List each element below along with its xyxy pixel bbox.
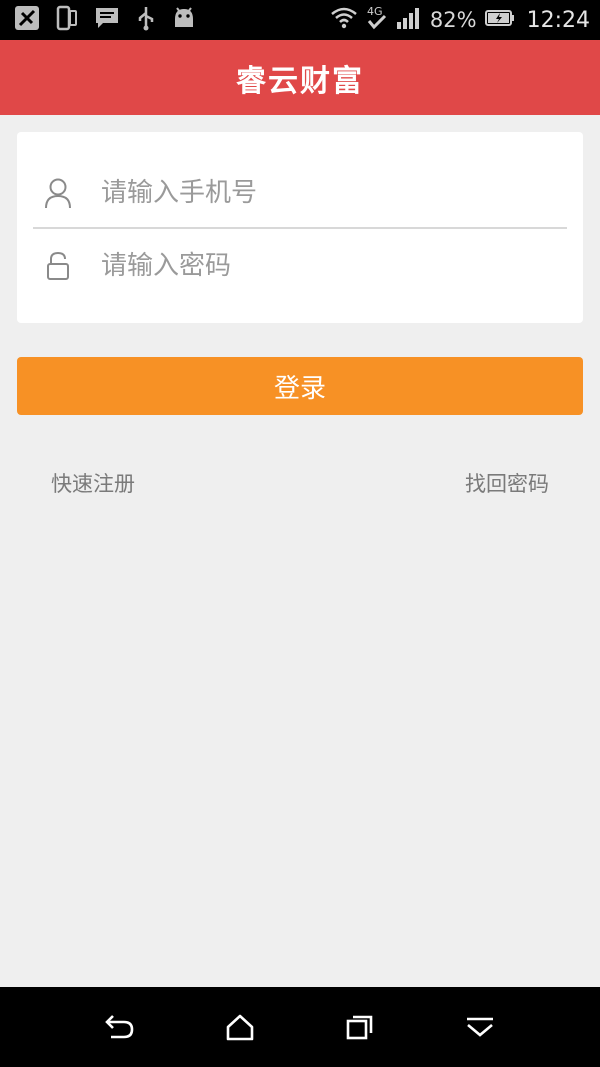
home-icon[interactable]: [220, 1007, 260, 1047]
app-header: 睿云财富: [0, 40, 600, 115]
back-icon[interactable]: [100, 1007, 140, 1047]
android-icon: [172, 5, 196, 35]
register-link[interactable]: 快速注册: [51, 468, 135, 498]
lock-icon: [31, 246, 85, 286]
no-signal-icon: [14, 5, 40, 35]
phone-input[interactable]: [99, 177, 543, 209]
password-field[interactable]: [33, 229, 567, 303]
battery-icon: [484, 8, 515, 32]
password-input[interactable]: [99, 250, 543, 282]
user-icon: [31, 173, 85, 213]
usb-icon: [136, 5, 156, 35]
signal-icon: [396, 6, 422, 34]
collapse-icon[interactable]: [460, 1007, 500, 1047]
recover-password-link[interactable]: 找回密码: [465, 468, 549, 498]
wifi-icon: [330, 6, 358, 34]
message-icon: [94, 5, 120, 35]
status-bar: 4G 82% 12:24: [0, 0, 600, 40]
status-bar-left-icons: [14, 5, 196, 35]
recent-apps-icon[interactable]: [340, 1007, 380, 1047]
svg-text:4G: 4G: [367, 5, 383, 18]
phone-icon: [56, 5, 78, 35]
login-card: [17, 132, 583, 323]
login-button[interactable]: 登录: [17, 357, 583, 415]
network-4g-icon: 4G: [366, 4, 388, 36]
phone-field[interactable]: [33, 156, 567, 230]
battery-percent: 82%: [429, 8, 477, 32]
navigation-bar: [0, 987, 600, 1067]
app-title: 睿云财富: [236, 63, 364, 99]
status-bar-right-icons: 4G 82% 12:24: [330, 4, 590, 36]
clock: 12:24: [526, 7, 590, 33]
